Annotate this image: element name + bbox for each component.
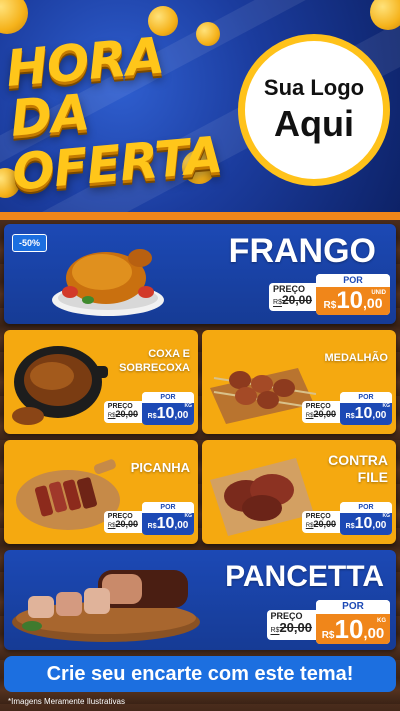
disclaimer-text: *Imagens Meramente Ilustrativas [8,697,125,706]
product-card-pancetta: PANCETTA PREÇO R$20,00 POR R$10,00 KG [4,550,396,650]
product-name-line2: FILE [357,468,388,485]
product-name-line2: SOBRECOXA [119,361,190,374]
logo-line2: Aqui [274,103,354,144]
price-integer: 10 [156,405,175,422]
currency: R$ [323,300,337,311]
currency: R$ [147,523,157,530]
header-banner: HORA DA OFERTA Sua Logo Aqui [0,0,400,212]
price-amount: R$10,00 KG [340,403,392,425]
old-price: PREÇO R$20,00 [266,610,316,640]
old-price: PREÇO R$20,00 [103,401,142,423]
old-price-value: 20,00 [281,293,312,307]
product-name-line1: CONTRA [328,452,388,468]
price-integer: 10 [334,614,364,644]
product-card-medalhao: MEDALHÃO PREÇO R$20,00 POR R$10,00 KG [202,330,396,434]
price-amount: R$10,00 KG [316,614,390,644]
old-price-value: 20,00 [279,620,312,635]
currency: R$ [345,413,355,420]
old-price: PREÇO R$20,00 [301,511,340,533]
new-price: POR R$10,00 KG [340,392,392,425]
old-price-value: 20,00 [115,519,138,529]
headline: HORA DA OFERTA [4,26,238,201]
coin-icon [370,0,400,30]
price-tag: PREÇO R$20,00 POR R$10,00 KG [301,392,392,425]
unit-label: UNID [371,290,386,296]
cta-banner[interactable]: Crie seu encarte com este tema! [4,656,396,692]
old-price-value: 20,00 [115,409,138,419]
product-card-contrafile: CONTRA FILE PREÇO R$20,00 POR R$10,00 KG [202,440,396,544]
old-price-value: 20,00 [313,519,336,529]
old-price: PREÇO R$20,00 [301,401,340,423]
currency: R$ [345,523,355,530]
new-price: POR R$10,00 UNID [316,274,390,315]
old-price: PREÇO R$20,00 [269,283,316,311]
price-tag: PREÇO R$20,00 POR R$10,00 KG [301,502,392,535]
currency: R$ [147,413,157,420]
price-amount: R$10,00 KG [340,513,392,535]
currency: R$ [321,630,335,641]
product-card-coxa-sobrecoxa: COXA E SOBRECOXA PREÇO R$20,00 POR R$10,… [4,330,198,434]
logo-line1: Sua Logo [263,75,365,100]
unit-label: KG [382,513,391,519]
unit-label: KG [382,403,391,409]
price-tag: PREÇO R$20,00 POR R$10,00 UNID [269,274,390,315]
product-name: PANCETTA [225,560,384,593]
product-name: PICANHA [130,460,190,475]
old-price-currency: R$ [273,299,282,306]
product-card-frango: -50% FRANGO PREÇO R$20,00 POR R$10,00 UN… [4,224,396,324]
product-name: COXA E SOBRECOXA [119,348,190,376]
new-price: POR R$10,00 KG [316,600,390,644]
old-price-value: 20,00 [313,409,336,419]
price-integer: 10 [354,405,373,422]
price-integer: 10 [156,515,175,532]
header-divider [0,212,400,220]
price-integer: 10 [354,515,373,532]
product-name-line1: COXA E [148,348,190,360]
logo-placeholder: Sua Logo Aqui [238,34,390,186]
price-amount: R$10,00 KG [142,403,194,425]
coin-icon [0,0,28,34]
product-card-picanha: PICANHA PREÇO R$20,00 POR R$10,00 KG [4,440,198,544]
price-tag: PREÇO R$20,00 POR R$10,00 KG [103,392,194,425]
new-price: POR R$10,00 KG [142,392,194,425]
price-amount: R$10,00 UNID [316,287,390,315]
unit-label: KG [184,403,193,409]
price-integer: 10 [336,287,364,314]
product-name: FRANGO [228,232,376,270]
unit-label: KG [184,513,193,519]
pancetta-board-icon [12,570,200,642]
price-tag: PREÇO R$20,00 POR R$10,00 KG [103,502,194,535]
new-price: POR R$10,00 KG [142,502,194,535]
discount-badge: -50% [12,234,48,252]
product-name: CONTRA FILE [328,452,388,486]
price-amount: R$10,00 KG [142,513,194,535]
new-price: POR R$10,00 KG [340,502,392,535]
roast-chicken-icon [52,249,164,316]
unit-label: KG [377,618,386,624]
chicken-leg-pan-icon [12,346,108,425]
old-price: PREÇO R$20,00 [103,511,142,533]
product-name: MEDALHÃO [324,352,388,364]
price-tag: PREÇO R$20,00 POR R$10,00 KG [266,600,390,644]
